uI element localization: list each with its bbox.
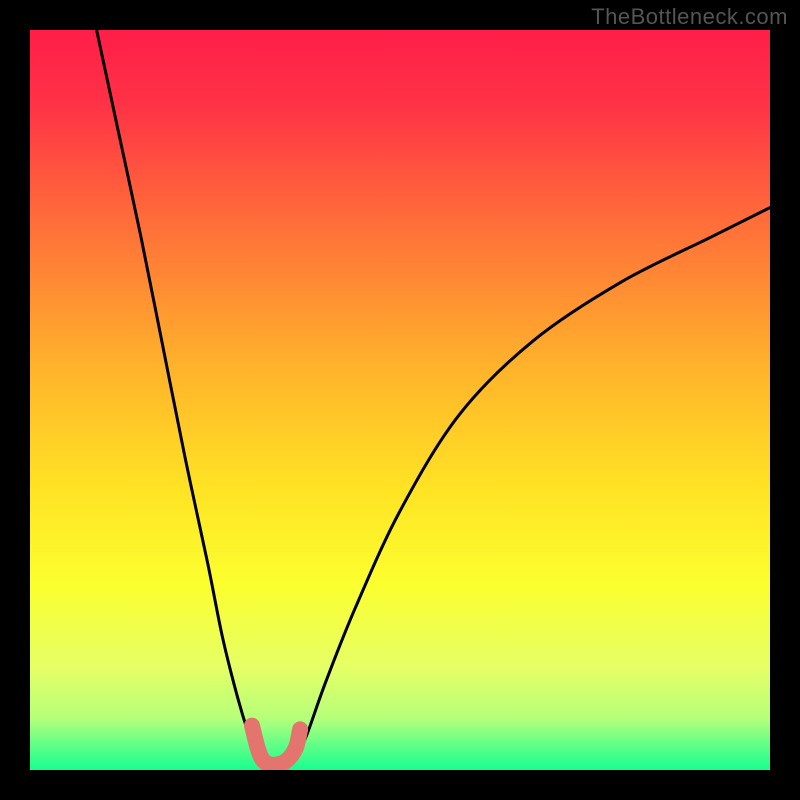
watermark-text: TheBottleneck.com xyxy=(591,4,788,30)
chart-stage: TheBottleneck.com xyxy=(0,0,800,800)
gradient-background xyxy=(30,30,770,770)
